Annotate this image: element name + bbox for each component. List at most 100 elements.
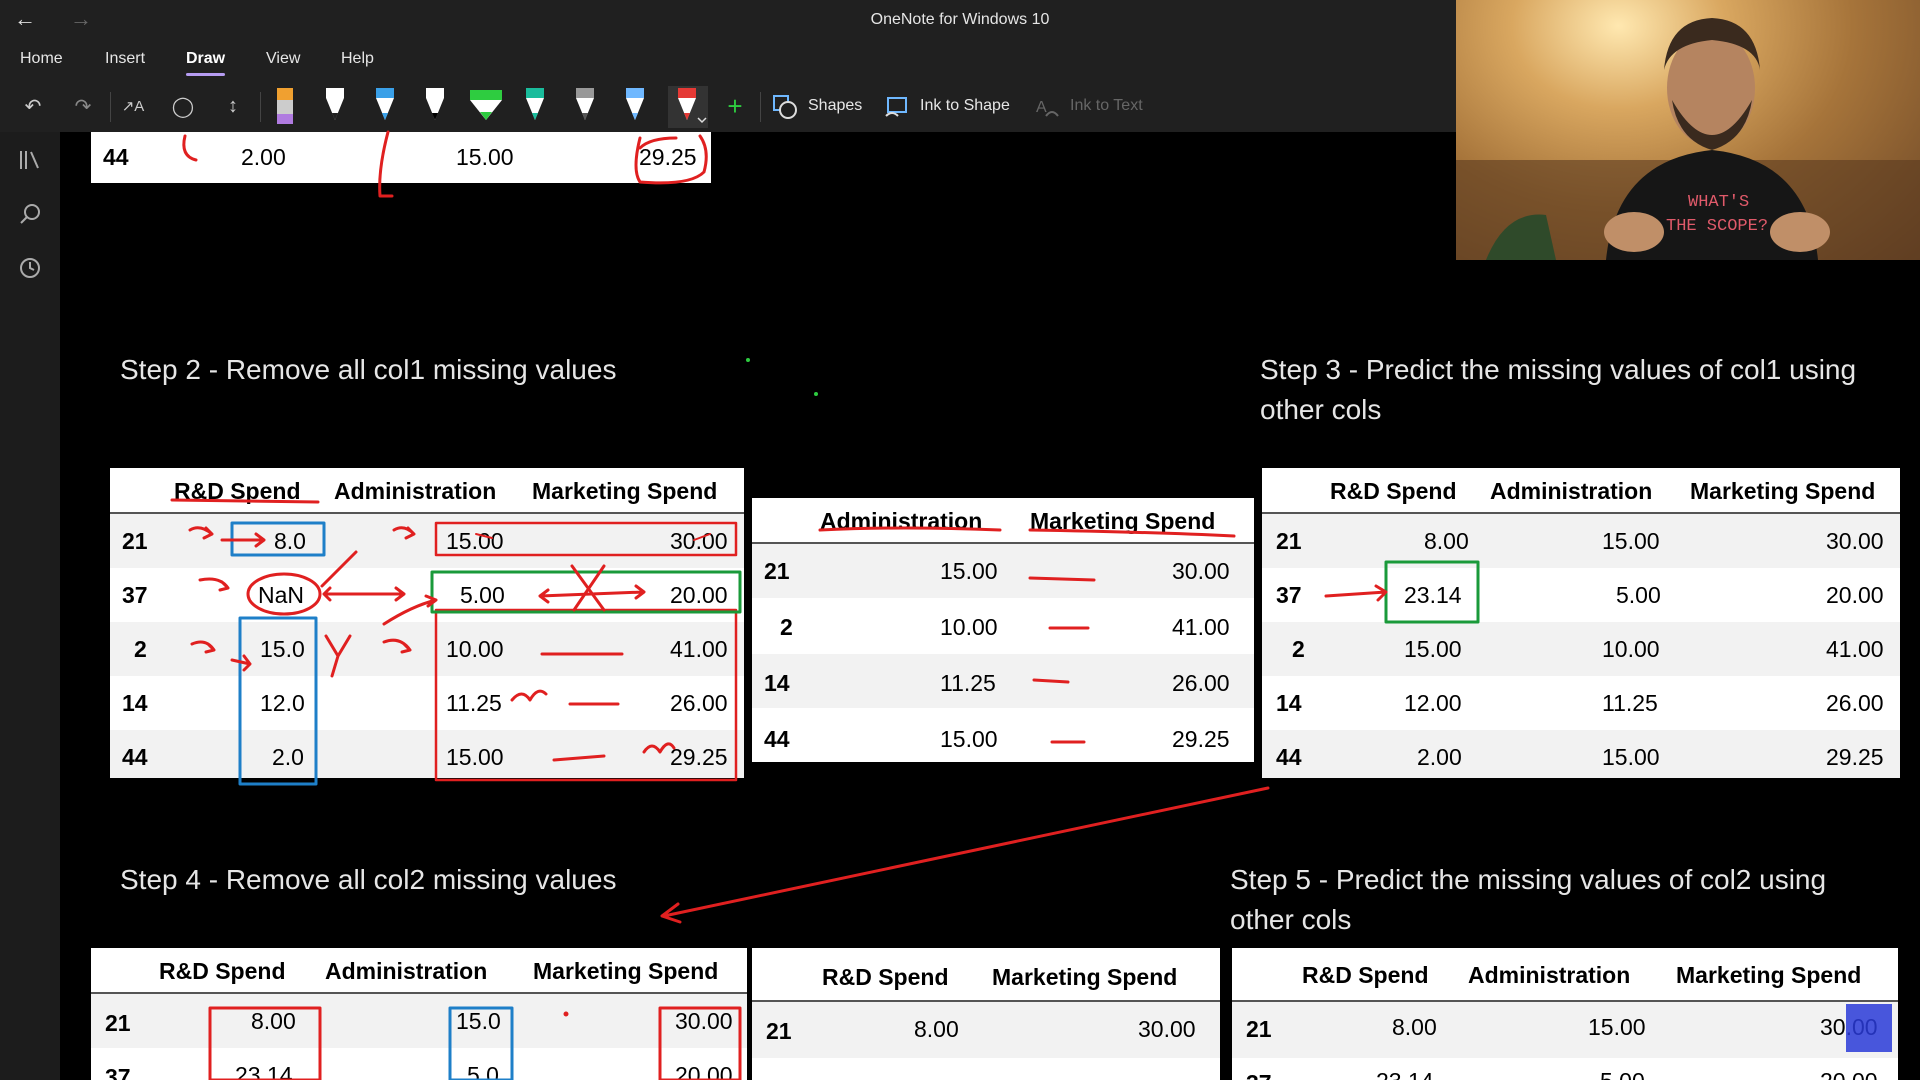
menu-insert[interactable]: Insert (105, 50, 145, 68)
row-index: 21 (766, 1018, 792, 1044)
ink-to-text-button: Ink to Text (1070, 97, 1143, 114)
search-icon[interactable] (18, 202, 42, 226)
highlighter-pen-icon[interactable] (270, 86, 300, 128)
table-cell: 20.00 (1826, 582, 1884, 608)
row-index: 2 (780, 614, 793, 640)
row-index: 14 (764, 670, 790, 696)
pen-black-icon[interactable] (420, 86, 450, 128)
table-cell-imputed: 23.14 (1404, 582, 1462, 608)
pencil-icon[interactable] (570, 86, 600, 128)
add-space-icon[interactable]: ↕ (218, 88, 248, 124)
presenter-video: WHAT'S THE SCOPE? (1456, 18, 1920, 260)
column-header: R&D Spend (1302, 962, 1429, 988)
row-index: 21 (122, 528, 148, 554)
step3-table: R&D Spend Administration Marketing Spend… (1262, 468, 1900, 778)
table-cell: 15.00 (1588, 1014, 1646, 1040)
highlighter-green-icon[interactable] (468, 86, 504, 128)
shapes-icon[interactable] (772, 94, 798, 120)
row-index: 21 (105, 1010, 131, 1036)
row-index: 37 (1276, 582, 1302, 608)
menu-help[interactable]: Help (341, 50, 374, 68)
step5-table: R&D Spend Administration Marketing Spend… (1232, 948, 1898, 1080)
undo-icon[interactable]: ↶ (18, 88, 48, 124)
row-index: 44 (764, 726, 790, 752)
notebooks-icon[interactable] (18, 148, 42, 172)
table-cell: 41.00 (1172, 614, 1230, 640)
table-cell: 29.25 (1172, 726, 1230, 752)
pen-white-icon[interactable] (320, 86, 350, 128)
pen-blue-icon[interactable] (370, 86, 400, 128)
table-cell: 8.0 (274, 528, 306, 554)
row-index: 37 (122, 582, 148, 608)
table-cell: 11.25 (1602, 690, 1658, 716)
ink-to-shape-button[interactable]: Ink to Shape (920, 97, 1010, 115)
select-text-icon[interactable]: ↗A (118, 88, 148, 124)
redo-icon[interactable]: ↷ (68, 88, 98, 124)
table-cell: 29.25 (639, 144, 697, 170)
row-index: 44 (1276, 744, 1302, 770)
table-cell: 30.00 (675, 1008, 733, 1034)
column-header: Marketing Spend (1030, 508, 1216, 534)
row-index: 2 (1292, 636, 1305, 662)
table-cell: 8.00 (1424, 528, 1469, 554)
table-cell: 26.00 (1172, 670, 1230, 696)
table-cell: 2.00 (1417, 744, 1462, 770)
table-cell: 11.25 (940, 670, 996, 696)
table-cell: 15.00 (446, 528, 504, 554)
table-cell: 2.0 (272, 744, 304, 770)
left-sidebar (0, 132, 60, 1080)
column-header: Administration (820, 508, 983, 534)
table-cell: 15.00 (1602, 528, 1660, 554)
table-cell: 11.25 (446, 690, 502, 716)
column-header: R&D Spend (159, 958, 286, 984)
table-cell: 10.00 (446, 636, 504, 662)
menu-view[interactable]: View (266, 50, 300, 68)
pen-red-selected-icon[interactable] (668, 86, 708, 128)
column-header: Marketing Spend (533, 958, 719, 984)
top-partial-table: 44 2.00 15.00 29.25 (91, 132, 711, 183)
table-cell: 12.0 (260, 690, 305, 716)
menu-draw[interactable]: Draw (186, 50, 226, 76)
row-index: 2 (134, 636, 147, 662)
ink-to-shape-icon[interactable] (884, 94, 910, 120)
pen-teal-icon[interactable] (520, 86, 550, 128)
menu-home[interactable]: Home (20, 50, 63, 68)
table-cell: 15.00 (456, 144, 514, 170)
table-cell: 15.0 (456, 1008, 501, 1034)
table-cell: 41.00 (670, 636, 728, 662)
table-cell: 12.00 (1404, 690, 1462, 716)
table-cell: 20.00 (670, 582, 728, 608)
table-cell: 23.14 (235, 1062, 293, 1080)
column-header: R&D Spend (1330, 478, 1457, 504)
lasso-select-icon[interactable]: ◯ (168, 88, 198, 124)
column-header: R&D Spend (822, 964, 949, 990)
recent-icon[interactable] (18, 256, 42, 280)
row-index: 14 (1276, 690, 1302, 716)
row-index: 14 (122, 690, 148, 716)
step4b-table: R&D Spend Marketing Spend 21 8.00 30.00 (752, 948, 1220, 1080)
table-cell-nan: NaN (258, 582, 305, 608)
table-cell: 20.00 (1820, 1068, 1878, 1080)
row-index: 37 (1246, 1070, 1272, 1080)
column-header: R&D Spend (174, 478, 301, 504)
step4-heading: Step 4 - Remove all col2 missing values (120, 864, 617, 895)
table-cell: 15.00 (1404, 636, 1462, 662)
table-cell: 15.0 (260, 636, 305, 662)
table-cell: 41.00 (1826, 636, 1884, 662)
table-cell: 15.00 (1602, 744, 1660, 770)
shapes-button[interactable]: Shapes (808, 97, 862, 115)
column-header: Administration (334, 478, 497, 504)
table-cell: 10.00 (1602, 636, 1660, 662)
pen-lightblue-icon[interactable] (620, 86, 650, 128)
row-index: 21 (1276, 528, 1302, 554)
row-index: 44 (103, 144, 129, 170)
shirt-text-line2: THE SCOPE? (1666, 217, 1768, 236)
table-cell: 5.00 (1600, 1068, 1645, 1080)
column-header: Marketing Spend (1676, 962, 1862, 988)
add-pen-icon[interactable]: + (720, 88, 750, 124)
table-cell: 15.00 (940, 558, 998, 584)
table-cell: 30.00 (1826, 528, 1884, 554)
table-cell: 10.00 (940, 614, 998, 640)
table-cell: 15.00 (940, 726, 998, 752)
table-cell: 30.00 (1172, 558, 1230, 584)
